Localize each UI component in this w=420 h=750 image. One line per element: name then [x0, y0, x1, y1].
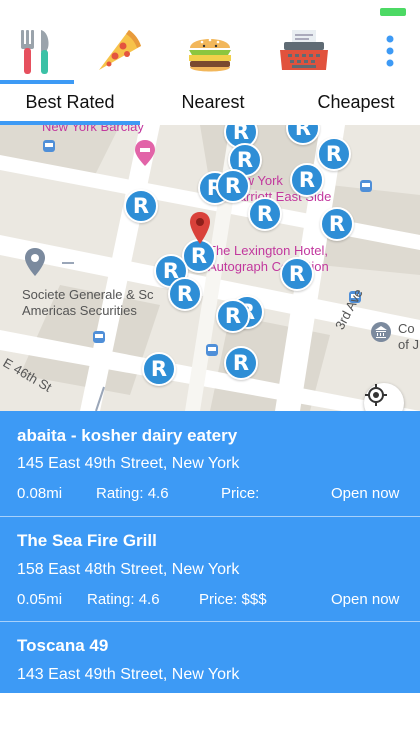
transit-icon [43, 140, 55, 152]
transit-icon [206, 344, 218, 356]
more-vertical-icon [386, 35, 394, 67]
restaurant-marker[interactable]: R [142, 352, 176, 386]
pizza-slice-icon [99, 30, 141, 70]
tab-best-rated[interactable]: Best Rated [0, 92, 140, 120]
restaurant-status: Open now [331, 485, 400, 502]
current-location-pin-icon [190, 212, 210, 244]
restaurant-rating: Rating: 4.6 [87, 591, 160, 608]
restaurant-marker[interactable]: R [317, 137, 351, 171]
category-all-button[interactable] [6, 24, 66, 78]
crosshair-icon [365, 384, 387, 406]
restaurant-marker[interactable]: R [168, 277, 202, 311]
battery-full-icon [380, 8, 406, 16]
restaurant-marker[interactable]: R [216, 299, 250, 333]
category-typewriter-button[interactable] [274, 24, 334, 78]
sort-tabs: Best Rated Nearest Cheapest [0, 84, 420, 124]
restaurant-address: 145 East 49th Street, New York [17, 455, 240, 472]
restaurant-list-item[interactable]: abaita - kosher dairy eatery 145 East 49… [0, 411, 420, 516]
restaurant-marker[interactable]: R [280, 257, 314, 291]
transit-icon [360, 180, 372, 192]
restaurant-marker[interactable]: R [290, 163, 324, 197]
map-label-barclay: New York Barclay [42, 125, 144, 134]
poi-pin-icon [25, 248, 45, 276]
restaurant-marker[interactable]: R [248, 197, 282, 231]
restaurant-name: The Sea Fire Grill [17, 531, 157, 550]
typewriter-icon [280, 30, 328, 70]
tab-nearest[interactable]: Nearest [143, 92, 283, 120]
restaurant-status: Open now [331, 591, 400, 608]
restaurant-address: 143 East 49th Street, New York [17, 666, 240, 683]
restaurant-list-item[interactable]: The Sea Fire Grill 158 East 48th Street,… [0, 517, 420, 621]
fork-knife-icon [21, 30, 49, 74]
restaurant-distance: 0.05mi [17, 591, 63, 608]
restaurant-address: 158 East 48th Street, New York [17, 561, 240, 578]
restaurant-marker[interactable]: R [124, 189, 158, 223]
restaurant-marker[interactable]: R [224, 346, 258, 380]
category-burger-button[interactable] [180, 24, 240, 78]
restaurant-rating: Rating: 4.6 [96, 485, 169, 502]
map-view[interactable]: New York Barclay New York Marriott East … [0, 125, 420, 411]
restaurant-price: Price: $$$ [199, 591, 267, 608]
restaurant-marker[interactable]: R [320, 207, 354, 241]
restaurant-name: abaita - kosher dairy eatery [17, 426, 238, 445]
restaurant-list-item[interactable]: Toscana 49 143 East 49th Street, New Yor… [0, 622, 420, 693]
restaurant-price: Price: [221, 485, 260, 502]
tab-cheapest[interactable]: Cheapest [286, 92, 420, 120]
restaurant-distance: 0.08mi [17, 485, 63, 502]
status-bar [0, 0, 420, 20]
burger-icon [189, 38, 231, 72]
restaurant-name: Toscana 49 [17, 636, 109, 655]
hotel-poi-icon [135, 140, 155, 166]
more-menu-button[interactable] [360, 24, 420, 78]
map-label-societe: Societe Generale & Sc Americas Securitie… [22, 287, 154, 318]
landmark-poi-icon [371, 322, 391, 342]
category-pizza-button[interactable] [89, 24, 149, 78]
restaurant-list: abaita - kosher dairy eatery 145 East 49… [0, 411, 420, 693]
map-label-cor: Co of J [398, 321, 419, 352]
transit-icon [93, 331, 105, 343]
restaurant-marker[interactable]: R [216, 169, 250, 203]
category-bar [0, 20, 420, 82]
